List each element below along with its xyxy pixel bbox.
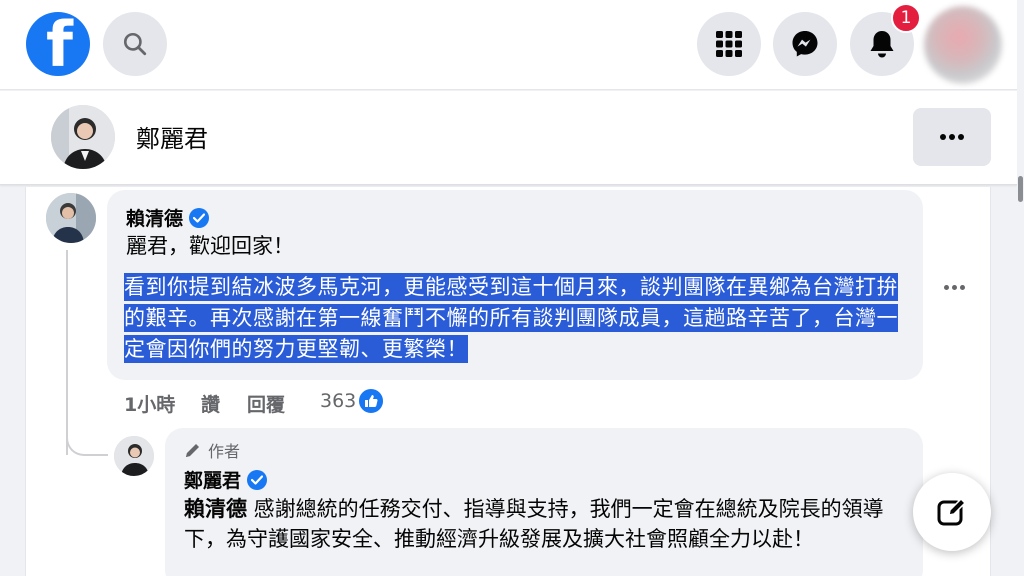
comment-body: 看到你提到結冰波多馬克河，更能感受到這十個月來，談判團隊在異鄉為台灣打拚的艱辛。… <box>124 272 904 365</box>
mention-link[interactable]: 賴清德 <box>184 497 247 521</box>
author-tag: 作者 <box>184 438 240 462</box>
new-message-button[interactable] <box>913 473 991 551</box>
reply-author-name[interactable]: 鄭麗君 <box>184 466 241 493</box>
bell-icon <box>870 31 894 58</box>
account-avatar[interactable] <box>924 6 1002 84</box>
page-header: 鄭麗君 <box>0 91 1017 185</box>
reaction-count[interactable]: 363 <box>320 390 356 412</box>
logo-letter: f <box>46 12 73 76</box>
reply-avatar[interactable] <box>114 436 154 476</box>
reply-body: 賴清德 感謝總統的任務交付、指導與支持，我們一定會在總統及院長的領導下，為守護國… <box>184 494 914 554</box>
scrollbar-thumb[interactable] <box>1018 176 1023 202</box>
person-photo-icon <box>114 436 154 476</box>
messenger-button[interactable] <box>773 12 837 76</box>
page-avatar[interactable] <box>51 105 115 169</box>
menu-button[interactable] <box>697 12 761 76</box>
selected-text: 看到你提到結冰波多馬克河，更能感受到這十個月來，談判團隊在異鄉為台灣打拚的艱辛。… <box>124 273 898 363</box>
like-link[interactable]: 讚 <box>201 390 220 417</box>
comment-greeting: 麗君，歡迎回家！ <box>126 234 294 258</box>
notification-badge: 1 <box>891 3 921 33</box>
dot <box>943 284 949 290</box>
compose-icon <box>937 497 967 526</box>
search-button[interactable] <box>103 12 167 76</box>
author-tag-label: 作者 <box>208 442 241 461</box>
messenger-icon <box>792 31 818 57</box>
commenter-avatar[interactable] <box>46 193 96 243</box>
comment-options-button[interactable] <box>938 276 970 298</box>
reply-author[interactable]: 鄭麗君 <box>184 466 268 493</box>
thread-connector <box>66 420 108 456</box>
pencil-icon <box>186 444 199 457</box>
page-more-button[interactable] <box>913 108 991 166</box>
facebook-logo[interactable]: f <box>26 12 90 76</box>
grid-menu-icon <box>716 31 742 57</box>
search-icon <box>123 32 147 56</box>
like-reaction-icon <box>357 387 385 415</box>
reply-text: 感謝總統的任務交付、指導與支持，我們一定會在總統及院長的領導下，為守護國家安全、… <box>184 497 884 551</box>
comment-timestamp[interactable]: 1小時 <box>124 390 175 417</box>
reply-link[interactable]: 回覆 <box>247 390 285 417</box>
comment-author[interactable]: 賴清德 <box>126 204 210 231</box>
top-navbar: f 1 <box>0 0 1017 90</box>
comment-author-name[interactable]: 賴清德 <box>126 204 183 231</box>
dot <box>959 284 965 290</box>
verified-badge-icon <box>189 207 210 228</box>
page-title[interactable]: 鄭麗君 <box>136 119 208 154</box>
dot <box>951 284 957 290</box>
scrollbar-track[interactable] <box>1017 0 1024 576</box>
verified-badge-icon <box>247 469 268 490</box>
person-photo-icon <box>51 105 115 169</box>
person-photo-icon <box>46 193 96 243</box>
more-icon <box>940 134 964 140</box>
